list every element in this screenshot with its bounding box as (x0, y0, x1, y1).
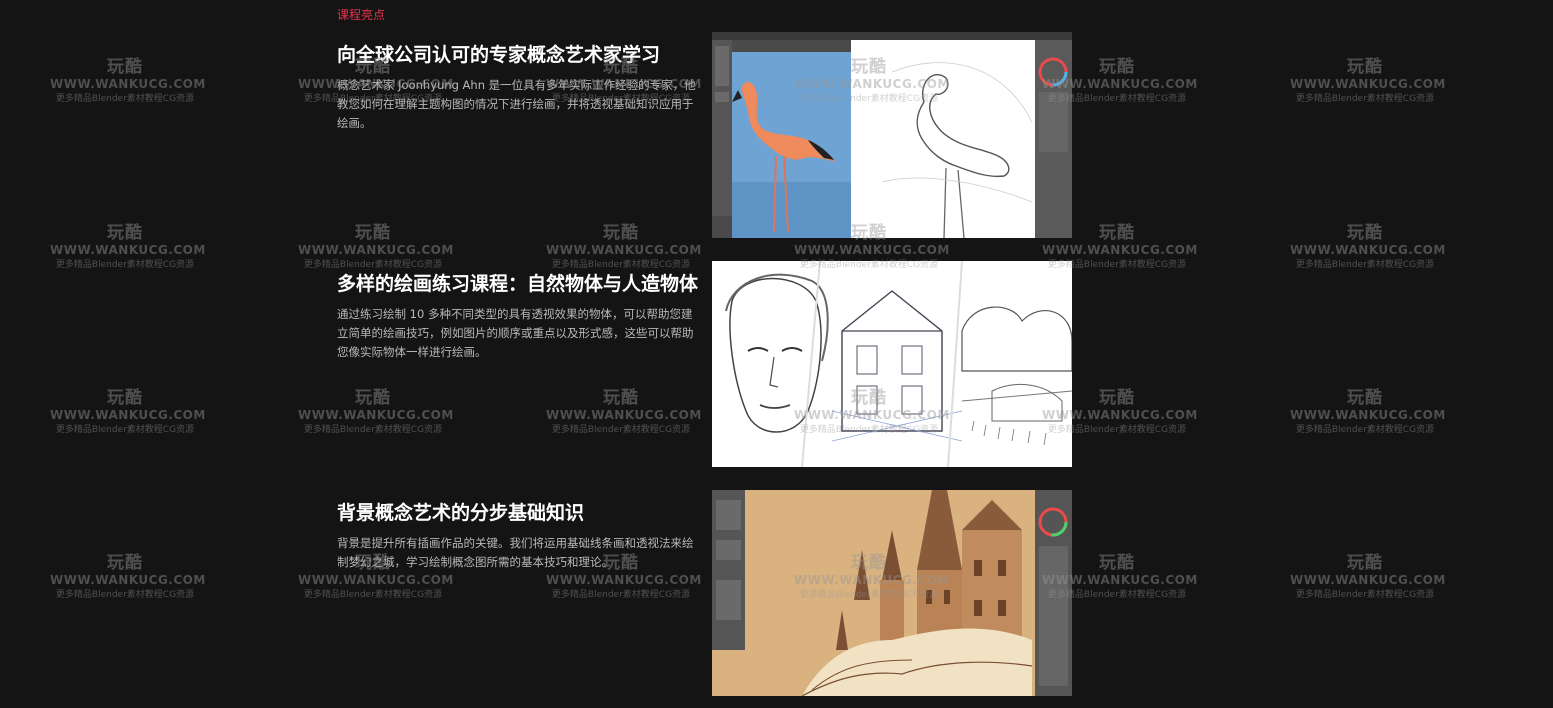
watermark-logo: 玩酷 (1347, 57, 1383, 77)
castle-illustration-image (712, 490, 1072, 696)
flamingo-painting-graphic (712, 32, 1072, 238)
watermark-url: WWW.WANKUCG.COM (50, 77, 206, 91)
feature-text: 向全球公司认可的专家概念艺术家学习 概念艺术家 Joonhyung Ahn 是一… (337, 40, 699, 133)
watermark-logo: 玩酷 (1347, 553, 1383, 573)
watermark: 玩酷 WWW.WANKUCG.COM 更多精品Blender素材教程CG资源 (1290, 218, 1446, 270)
watermark-url: WWW.WANKUCG.COM (1290, 408, 1446, 422)
watermark: 玩酷 WWW.WANKUCG.COM 更多精品Blender素材教程CG资源 (1290, 383, 1446, 435)
watermark-logo: 玩酷 (1347, 223, 1383, 243)
watermark-subtitle: 更多精品Blender素材教程CG资源 (55, 94, 195, 104)
watermark-logo: 玩酷 (107, 553, 143, 573)
watermark-subtitle: 更多精品Blender素材教程CG资源 (1295, 590, 1435, 600)
feature-title: 多样的绘画练习课程：自然物体与人造物体 (337, 273, 699, 295)
feature-title: 向全球公司认可的专家概念艺术家学习 (337, 44, 661, 66)
watermark-url: WWW.WANKUCG.COM (794, 243, 950, 257)
watermark-url: WWW.WANKUCG.COM (546, 243, 702, 257)
watermark-logo: 玩酷 (107, 57, 143, 77)
feature-text: 多样的绘画练习课程：自然物体与人造物体 通过练习绘制 10 多种不同类型的具有透… (337, 269, 699, 362)
watermark-subtitle: 更多精品Blender素材教程CG资源 (55, 260, 195, 270)
feature-description: 背景是提升所有插画作品的关键。我们将运用基础线条画和透视法来绘制梦幻之城，学习绘… (337, 536, 694, 569)
watermark: 玩酷 WWW.WANKUCG.COM 更多精品Blender素材教程CG资源 (50, 383, 206, 435)
feature-description: 概念艺术家 Joonhyung Ahn 是一位具有多年实际工作经验的专家，他教您… (337, 78, 696, 130)
feature-description: 通过练习绘制 10 多种不同类型的具有透视效果的物体，可以帮助您建立简单的绘画技… (337, 307, 694, 359)
pencil-sketches-image (712, 261, 1072, 467)
watermark-url: WWW.WANKUCG.COM (50, 243, 206, 257)
flamingo-painting-image (712, 32, 1072, 238)
watermark-subtitle: 更多精品Blender素材教程CG资源 (1295, 260, 1435, 270)
watermark: 玩酷 WWW.WANKUCG.COM 更多精品Blender素材教程CG资源 (50, 52, 206, 104)
watermark-subtitle: 更多精品Blender素材教程CG资源 (1295, 94, 1435, 104)
watermark-logo: 玩酷 (107, 388, 143, 408)
watermark-logo: 玩酷 (107, 223, 143, 243)
watermark: 玩酷 WWW.WANKUCG.COM 更多精品Blender素材教程CG资源 (1290, 52, 1446, 104)
watermark-subtitle: 更多精品Blender素材教程CG资源 (55, 425, 195, 435)
watermark-url: WWW.WANKUCG.COM (50, 408, 206, 422)
section-label: 课程亮点 (337, 8, 386, 22)
watermark-url: WWW.WANKUCG.COM (298, 243, 454, 257)
watermark-logo: 玩酷 (1347, 388, 1383, 408)
watermark-url: WWW.WANKUCG.COM (50, 573, 206, 587)
pencil-sketches-graphic (712, 261, 1072, 467)
watermark-url: WWW.WANKUCG.COM (1042, 243, 1198, 257)
feature-text: 背景概念艺术的分步基础知识 背景是提升所有插画作品的关键。我们将运用基础线条画和… (337, 498, 699, 572)
watermark-subtitle: 更多精品Blender素材教程CG资源 (1295, 425, 1435, 435)
feature-expert-learning: 向全球公司认可的专家概念艺术家学习 概念艺术家 Joonhyung Ahn 是一… (337, 32, 1073, 238)
feature-background-concept: 背景概念艺术的分步基础知识 背景是提升所有插画作品的关键。我们将运用基础线条画和… (337, 490, 1073, 696)
feature-drawing-practice: 多样的绘画练习课程：自然物体与人造物体 通过练习绘制 10 多种不同类型的具有透… (337, 261, 1073, 467)
watermark-subtitle: 更多精品Blender素材教程CG资源 (55, 590, 195, 600)
watermark-url: WWW.WANKUCG.COM (1290, 243, 1446, 257)
course-highlights-page: 课程亮点 向全球公司认可的专家概念艺术家学习 概念艺术家 Joonhyung A… (0, 0, 1553, 708)
watermark: 玩酷 WWW.WANKUCG.COM 更多精品Blender素材教程CG资源 (50, 548, 206, 600)
watermark: 玩酷 WWW.WANKUCG.COM 更多精品Blender素材教程CG资源 (1290, 548, 1446, 600)
watermark: 玩酷 WWW.WANKUCG.COM 更多精品Blender素材教程CG资源 (50, 218, 206, 270)
feature-title: 背景概念艺术的分步基础知识 (337, 502, 585, 524)
watermark-url: WWW.WANKUCG.COM (1290, 77, 1446, 91)
watermark-url: WWW.WANKUCG.COM (1290, 573, 1446, 587)
castle-illustration-graphic (712, 490, 1072, 696)
